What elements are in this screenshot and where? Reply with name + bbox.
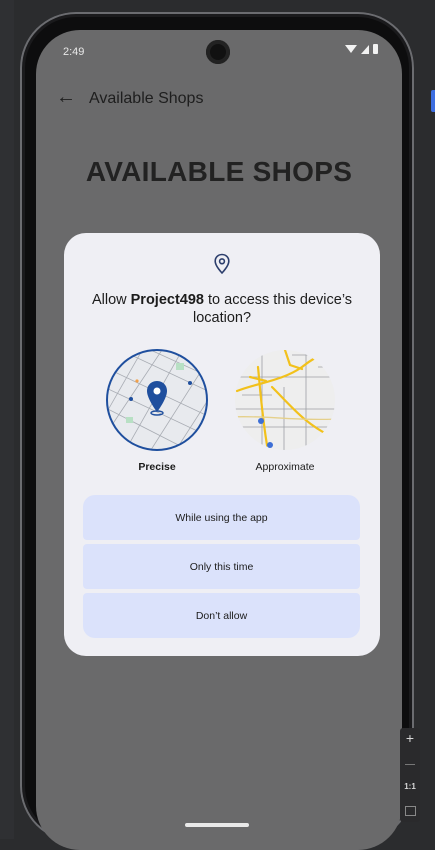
dialog-title-suffix: to access this device’s location?: [192, 292, 353, 326]
home-indicator[interactable]: [185, 823, 249, 827]
emulator-right-strip: [425, 0, 435, 839]
status-icons: [345, 44, 378, 54]
signal-icon: [361, 44, 369, 54]
only-this-time-button[interactable]: Only this time: [83, 544, 360, 589]
location-pin-icon: [214, 253, 230, 275]
approximate-label: Approximate: [255, 461, 315, 473]
zoom-in-button[interactable]: +: [400, 730, 420, 746]
back-arrow-icon[interactable]: ←: [56, 86, 76, 109]
front-camera: [206, 40, 230, 64]
emulator-zoom-control: + 1:1: [400, 728, 420, 822]
app-bar-title: Available Shops: [89, 90, 204, 107]
battery-icon: [373, 44, 378, 54]
precise-option[interactable]: Precise: [103, 347, 211, 473]
status-bar: 2:49: [36, 30, 402, 70]
emulator-side-tab[interactable]: [431, 90, 435, 112]
emulator-side-strip: [0, 0, 14, 839]
dont-allow-button[interactable]: Don’t allow: [83, 593, 360, 638]
precise-map-icon: [106, 349, 208, 451]
dialog-title-prefix: Allow: [91, 292, 131, 308]
dialog-title: Allow Project498 to access this device’s…: [84, 291, 360, 327]
page-heading: AVAILABLE SHOPS: [85, 156, 353, 187]
status-time: 2:49: [63, 46, 85, 58]
precise-label: Precise: [138, 461, 176, 473]
zoom-frame-icon[interactable]: [405, 806, 416, 816]
zoom-actual-size-button[interactable]: 1:1: [400, 782, 420, 791]
approximate-option[interactable]: Approximate: [231, 347, 339, 473]
wifi-icon: [345, 45, 357, 53]
phone-screen: 2:49 ← Available Shops AVAILABLE SHOPS A…: [36, 30, 402, 850]
zoom-divider: [405, 764, 415, 765]
approximate-map-icon: [235, 350, 335, 450]
while-using-app-button[interactable]: While using the app: [83, 495, 360, 540]
location-permission-dialog: Allow Project498 to access this device’s…: [64, 233, 380, 656]
app-bar: ← Available Shops: [36, 86, 402, 116]
dialog-app-name: Project498: [130, 292, 204, 308]
